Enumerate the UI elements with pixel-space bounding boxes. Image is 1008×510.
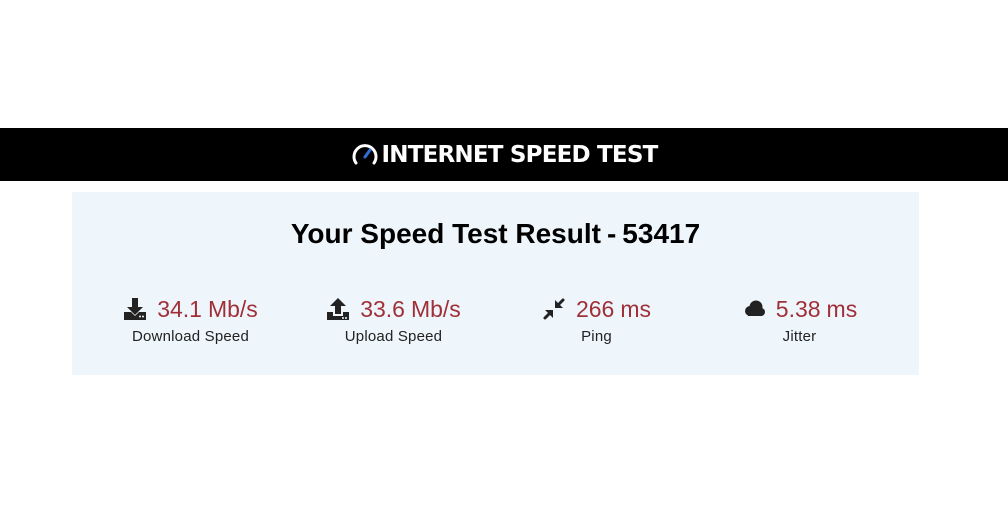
metric-ping: 266 ms Ping [495,294,698,345]
metrics-row: 34.1 Mb/s Download Speed 33.6 Mb/s Upload … [89,294,901,345]
metric-download: 34.1 Mb/s Download Speed [89,294,292,345]
download-label: Download Speed [131,328,250,345]
header-bar: INTERNET SPEED TEST [0,128,1008,181]
download-value: 34.1 Mb/s [157,295,258,322]
result-title: Your Speed Test Result -53417 [72,218,919,250]
speedometer-icon [352,143,377,164]
site-logo[interactable]: INTERNET SPEED TEST [351,142,658,168]
logo-text: INTERNET SPEED TEST [381,141,659,168]
ping-value: 266 ms [575,295,652,322]
result-panel: Your Speed Test Result -53417 34.1 Mb/s Do… [72,192,919,375]
upload-icon [327,298,350,320]
ping-label: Ping [581,328,612,345]
upload-label: Upload Speed [344,328,443,345]
upload-value: 33.6 Mb/s [360,295,461,322]
metric-upload: 33.6 Mb/s Upload Speed [292,294,495,345]
jitter-value: 5.38 ms [775,295,858,322]
compress-arrows-icon [543,298,565,320]
download-icon [124,298,147,320]
test-id: 53417 [622,218,701,249]
metric-jitter: 5.38 ms Jitter [698,294,901,345]
result-title-prefix: Your Speed Test Result [290,218,601,249]
result-title-separator: - [606,218,617,249]
jitter-label: Jitter [782,328,817,345]
cloud-icon [744,300,765,316]
